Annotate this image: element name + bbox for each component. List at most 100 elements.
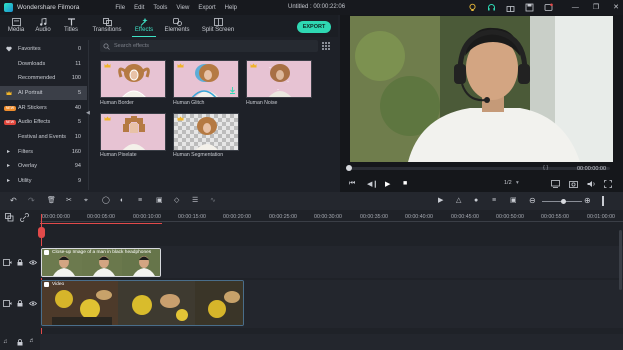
tab-split-screen[interactable]: Split Screen [200, 17, 236, 37]
playhead-handle[interactable] [38, 227, 45, 238]
sidebar-item-downloads[interactable]: Downloads 11 [0, 57, 87, 71]
tab-elements[interactable]: Elements [163, 17, 191, 37]
zoom-fit-icon[interactable]: ▣ [156, 197, 164, 205]
sidebar-item-overlay[interactable]: ▸ Overlay 94 [0, 159, 87, 173]
ruler-tick: 00:01:00:00 [587, 214, 615, 220]
sidebar-item-label: Downloads [18, 61, 46, 67]
shield-icon[interactable]: △ [456, 197, 464, 205]
collapse-sidebar-icon[interactable]: ◀ [86, 110, 90, 116]
minimize-icon[interactable]: — [572, 3, 579, 12]
effect-thumb-human-segmentation[interactable] [173, 113, 239, 151]
undo-icon[interactable]: ↶ [10, 197, 18, 205]
timeline-scrollbar[interactable] [619, 230, 622, 290]
chevron-down-icon[interactable]: ▾ [516, 180, 519, 186]
adjust-icon[interactable]: ☰ [192, 197, 200, 205]
preview-video-frame [350, 16, 613, 162]
zoom-out-icon[interactable]: ⊖ [529, 197, 537, 205]
step-back-icon[interactable]: ◀❙ [367, 180, 378, 188]
keyframe-icon[interactable]: ◇ [174, 197, 182, 205]
snapshot-icon[interactable] [569, 180, 578, 188]
sidebar-item-ai-portrait[interactable]: AI Portrait 5 [0, 86, 87, 100]
grid-view-icon[interactable] [322, 42, 330, 50]
menu-export[interactable]: Export [198, 5, 215, 11]
display-settings-icon[interactable] [551, 180, 560, 188]
link-icon[interactable] [20, 213, 29, 222]
audio-adjust-icon[interactable]: ≡ [138, 197, 146, 205]
speaker-icon[interactable]: ♬ [29, 338, 35, 344]
effect-thumb-human-noise[interactable] [246, 60, 312, 98]
tab-media[interactable]: Media [3, 17, 29, 37]
menu-view[interactable]: View [176, 5, 189, 11]
effect-thumb-human-border[interactable] [100, 60, 166, 98]
sidebar-item-favorites[interactable]: Favorites 0 [0, 42, 87, 56]
timeline-handle-icon[interactable] [602, 196, 604, 206]
timeline-clip-portrait[interactable]: Close-up Image of a man in black headpho… [41, 248, 161, 277]
marker-icon[interactable]: ▣ [510, 197, 518, 205]
tab-transitions[interactable]: Transitions [91, 17, 123, 37]
sidebar-item-label: Favorites [18, 46, 41, 52]
playback-zoom-select[interactable]: 1/2 [504, 180, 512, 186]
download-icon[interactable] [230, 87, 235, 94]
save-icon[interactable] [525, 3, 534, 12]
sidebar-item-ar-stickers[interactable]: NEW AR Stickers 40 [0, 101, 87, 115]
sidebar-item-recommended[interactable]: Recommended 100 [0, 71, 87, 85]
color-icon[interactable]: ◐ [120, 197, 128, 205]
gift-icon[interactable] [506, 3, 515, 12]
cut-icon[interactable]: ✂ [66, 197, 74, 205]
sidebar-item-filters[interactable]: ▸ Filters 160 [0, 145, 87, 159]
sidebar-item-utility[interactable]: ▸ Utility 9 [0, 174, 87, 188]
redo-icon[interactable]: ↷ [28, 197, 36, 205]
menu-file[interactable]: File [115, 5, 125, 11]
lock-icon[interactable] [17, 300, 23, 307]
sidebar-item-audio-effects[interactable]: NEW Audio Effects 5 [0, 115, 87, 129]
restore-icon[interactable]: ❐ [593, 3, 599, 12]
eye-icon[interactable] [29, 260, 37, 265]
in-out-markers[interactable]: { } [543, 165, 548, 171]
lock-icon[interactable] [17, 259, 23, 266]
speed-icon[interactable]: ◯ [102, 197, 110, 205]
sidebar-item-festival[interactable]: Festival and Events 10 [0, 130, 87, 144]
zoom-slider-handle[interactable] [561, 199, 566, 204]
tab-titles[interactable]: Titles [58, 17, 84, 37]
search-icon [103, 43, 110, 50]
sidebar-item-label: AI Portrait [18, 90, 43, 96]
previous-frame-icon[interactable]: ⏮ [349, 180, 355, 188]
export-button[interactable]: EXPORT [297, 21, 331, 33]
microphone-icon[interactable]: ● [474, 197, 482, 205]
tab-effects[interactable]: Effects [130, 17, 158, 37]
search-input[interactable]: Search effects [100, 40, 318, 52]
ruler-tick: 00:00:00:00 [42, 214, 70, 220]
scrubber-handle[interactable] [346, 165, 352, 171]
play-icon[interactable]: ▶ [385, 180, 390, 188]
eye-icon[interactable] [29, 301, 37, 306]
delete-icon[interactable]: 🗑 [47, 197, 56, 205]
menu-edit[interactable]: Edit [134, 5, 144, 11]
fullscreen-icon[interactable] [604, 180, 612, 188]
add-track-icon[interactable] [5, 213, 14, 222]
video-track-icon [3, 300, 12, 307]
close-icon[interactable]: ✕ [613, 3, 619, 12]
render-icon[interactable]: ▶ [438, 197, 446, 205]
voiceover-list-icon[interactable]: ≡ [492, 197, 500, 205]
volume-icon[interactable] [587, 180, 596, 188]
crown-icon [177, 63, 184, 68]
ruler-tick: 00:00:25:00 [269, 214, 297, 220]
stop-icon[interactable]: ■ [403, 180, 407, 187]
bulb-icon[interactable] [468, 3, 477, 12]
menu-help[interactable]: Help [225, 5, 237, 11]
headset-icon[interactable] [487, 3, 496, 12]
menu-tools[interactable]: Tools [153, 5, 167, 11]
tab-audio[interactable]: Audio [30, 17, 56, 37]
clip-label: Close-up Image of a man in black headpho… [52, 250, 152, 255]
crop-icon[interactable]: ⌖ [84, 197, 92, 205]
playback-scrubber[interactable] [346, 167, 610, 170]
lock-icon[interactable] [17, 339, 23, 346]
notification-icon[interactable] [544, 3, 553, 12]
timeline-clip-video[interactable]: Video [41, 280, 244, 326]
audio-wave-icon[interactable]: ∿ [210, 197, 218, 205]
effect-thumb-human-glitch[interactable] [173, 60, 239, 98]
zoom-in-icon[interactable]: ⊕ [584, 197, 592, 205]
effect-thumb-human-pixelate[interactable] [100, 113, 166, 151]
transitions-icon [102, 18, 112, 26]
ruler-tick: 00:00:05:00 [87, 214, 115, 220]
